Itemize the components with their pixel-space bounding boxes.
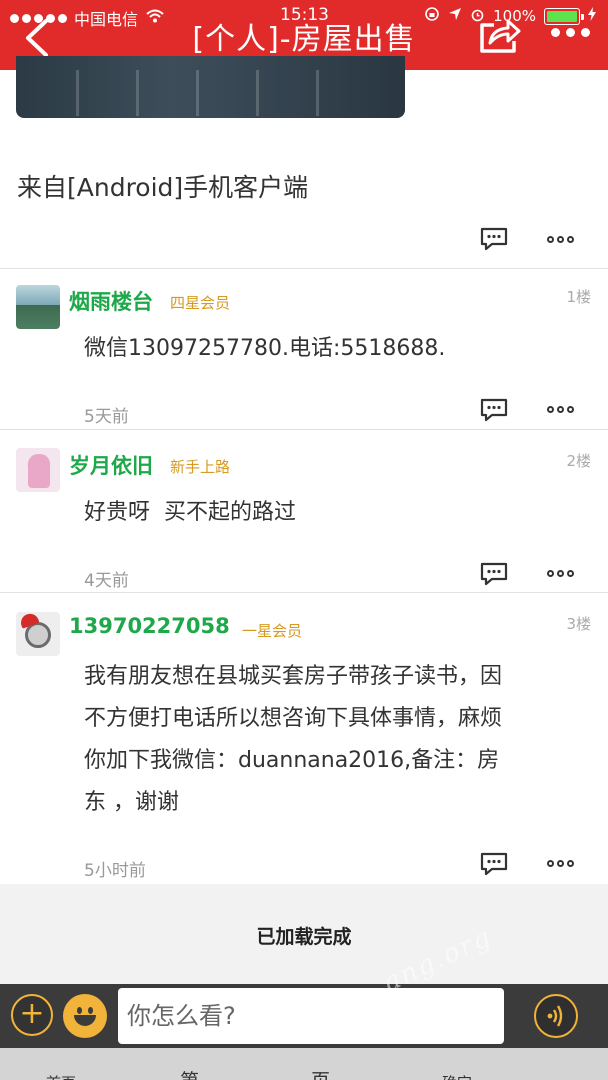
- plus-icon: +: [19, 996, 45, 1031]
- share-button[interactable]: [478, 17, 522, 55]
- comment-username[interactable]: 13970227058: [69, 614, 230, 638]
- divider: [0, 268, 608, 269]
- confirm-button[interactable]: 确定: [442, 1072, 472, 1080]
- more-dots-icon: [547, 570, 554, 577]
- load-status: 已加载完成: [0, 884, 608, 984]
- divider: [0, 592, 608, 593]
- back-button[interactable]: [22, 18, 54, 58]
- carrier-name: 中国电信: [74, 10, 139, 29]
- member-rank: 一星会员: [242, 622, 303, 640]
- comment-more-button[interactable]: [547, 406, 574, 413]
- voice-button[interactable]: [534, 994, 578, 1038]
- comment-more-button[interactable]: [547, 860, 574, 867]
- more-dots-icon: [547, 236, 554, 243]
- reply-input[interactable]: [118, 988, 504, 1044]
- comment-line: 东 ，谢谢: [84, 790, 179, 815]
- comment-line: 微信13097257780.电话:5518688.: [84, 336, 446, 361]
- avatar[interactable]: [16, 285, 60, 329]
- add-attachment-button[interactable]: +: [11, 994, 53, 1036]
- floor-number: 1楼: [566, 288, 591, 306]
- comment-username[interactable]: 烟雨楼台: [69, 286, 153, 316]
- comment-icon[interactable]: [480, 852, 508, 876]
- comment-more-button[interactable]: [547, 570, 574, 577]
- divider: [0, 429, 608, 430]
- first-page-button[interactable]: 首页: [46, 1072, 76, 1080]
- page-prefix: 第: [180, 1066, 199, 1080]
- post-image[interactable]: [16, 56, 405, 118]
- more-dots-icon: [551, 28, 560, 37]
- comment-time: 4天前: [84, 571, 129, 591]
- pager: 首页 第 页 确定: [0, 1048, 608, 1080]
- comment-icon[interactable]: [480, 227, 508, 251]
- comment-content: 我有朋友想在县城买套房子带孩子读书，因 不方便打电话所以想咨询下具体事情，麻烦 …: [84, 656, 502, 824]
- charging-icon: [588, 7, 596, 25]
- comment-line: 你加下我微信：duannana2016,备注：房: [84, 748, 500, 773]
- loaded-text: 已加载完成: [256, 926, 352, 948]
- page-title: [个人]-房屋出售: [192, 22, 416, 57]
- page-suffix: 页: [311, 1066, 330, 1080]
- post-more-button[interactable]: [547, 236, 574, 243]
- share-icon: [480, 19, 521, 53]
- avatar[interactable]: [16, 612, 60, 656]
- floor-number: 2楼: [566, 452, 591, 470]
- comment-time: 5天前: [84, 407, 129, 427]
- comment-line: 不方便打电话所以想咨询下具体事情，麻烦: [84, 706, 503, 731]
- comment-line: 我有朋友想在县城买套房子带孩子读书，因: [84, 664, 503, 689]
- post-source: 来自[Android]手机客户端: [17, 173, 309, 202]
- member-rank: 四星会员: [170, 294, 231, 312]
- more-dots-icon: [547, 860, 554, 867]
- comment-icon[interactable]: [480, 562, 508, 586]
- chevron-left-icon: [26, 19, 48, 57]
- more-button[interactable]: [551, 28, 590, 37]
- floor-number: 3楼: [566, 615, 591, 633]
- more-dots-icon: [547, 406, 554, 413]
- reply-bar: +: [0, 984, 608, 1048]
- voice-icon: [547, 1005, 563, 1027]
- comment-username[interactable]: 岁月依旧: [69, 450, 153, 480]
- comment-icon[interactable]: [480, 398, 508, 422]
- emoji-button[interactable]: [63, 994, 107, 1038]
- battery-icon: [544, 7, 584, 25]
- comment-content: 好贵呀 买不起的路过: [84, 492, 296, 534]
- comment-line: 好贵呀 买不起的路过: [84, 500, 296, 525]
- avatar[interactable]: [16, 448, 60, 492]
- comment-content: 微信13097257780.电话:5518688.: [84, 328, 445, 370]
- comment-time: 5小时前: [84, 861, 146, 881]
- member-rank: 新手上路: [170, 458, 231, 476]
